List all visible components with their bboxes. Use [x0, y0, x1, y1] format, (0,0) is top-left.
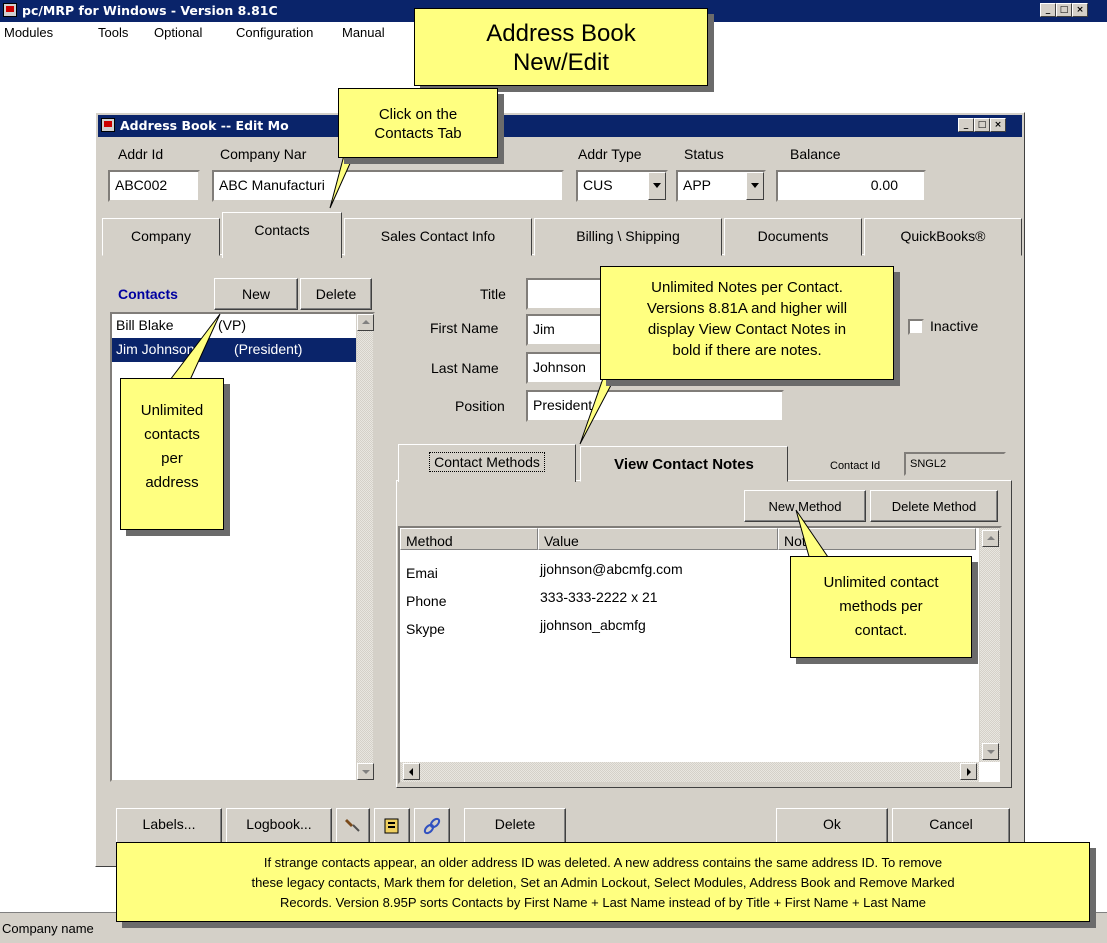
- callout-line: contacts: [144, 426, 200, 443]
- callout-line: Unlimited: [140, 402, 204, 419]
- callout-line: contact.: [854, 622, 908, 639]
- callout-line: If strange contacts appear, an older add…: [263, 855, 943, 870]
- callout-main-title: Address Book New/Edit: [414, 8, 708, 86]
- callout-line: these legacy contacts, Mark them for del…: [251, 875, 955, 890]
- callout-line: Records. Version 8.95P sorts Contacts by…: [279, 895, 927, 910]
- callout-line: address: [145, 474, 199, 491]
- tab-contact-methods-label: Contact Methods: [429, 452, 545, 472]
- callout-line: Versions 8.81A and higher will: [646, 300, 848, 317]
- callout-contacts-tab: Click on the Contacts Tab: [338, 88, 498, 158]
- callout-line: Contacts Tab: [374, 125, 462, 142]
- callout-line: bold if there are notes.: [672, 342, 822, 359]
- callout-methods: Unlimited contact methods per contact.: [790, 556, 972, 658]
- callout-line: Click on the: [378, 106, 458, 123]
- callout-unlimited-contacts: Unlimited contacts per address: [120, 378, 224, 530]
- callout-main-title-line: Address Book: [486, 20, 636, 47]
- callout-line: Unlimited Notes per Contact.: [651, 279, 843, 296]
- callout-line: methods per: [839, 598, 923, 615]
- callout-line: per: [161, 450, 183, 467]
- callout-line: Unlimited contact: [823, 574, 939, 591]
- callout-notes: Unlimited Notes per Contact. Versions 8.…: [600, 266, 894, 380]
- callout-line: display View Contact Notes in: [647, 321, 847, 338]
- tab-contact-methods[interactable]: Contact Methods: [398, 444, 576, 482]
- tab-contacts[interactable]: Contacts: [222, 212, 342, 258]
- callout-legacy-contacts: If strange contacts appear, an older add…: [116, 842, 1090, 922]
- callout-main-title-line: New/Edit: [512, 49, 610, 76]
